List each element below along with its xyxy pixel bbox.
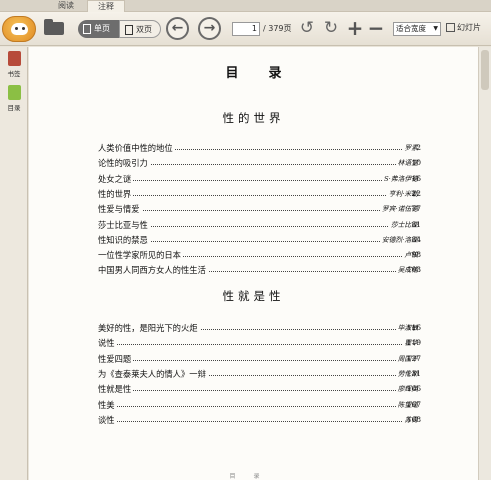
leader-dots bbox=[98, 359, 418, 361]
page-title: 目录 bbox=[225, 66, 312, 81]
toc-entry[interactable]: 莎士比亚与性 莎士比亚 bbox=[98, 218, 418, 231]
next-page-button[interactable]: → bbox=[198, 17, 221, 40]
section-title: 性的世界 bbox=[222, 111, 285, 125]
page-number-input[interactable]: 1 bbox=[232, 22, 260, 36]
chevron-down-icon: ▼ bbox=[433, 25, 438, 32]
sidebar-bookmark-label: 书签 bbox=[7, 70, 21, 78]
toc-entry-title: 为《查泰莱夫人的情人》一辩 bbox=[98, 367, 208, 380]
leader-dots bbox=[98, 405, 418, 407]
rotate-left-icon[interactable]: ↺ bbox=[298, 19, 316, 37]
prev-page-button[interactable]: ← bbox=[166, 17, 189, 40]
toc-entry-title: 说性 bbox=[98, 337, 117, 350]
toc-entry-title: 莎士比亚与性 bbox=[98, 218, 150, 231]
toc-entry-title: 性知识的禁忌 bbox=[98, 233, 150, 246]
slideshow-button[interactable]: 幻灯片 bbox=[446, 20, 481, 36]
toc-entry-page: 127 bbox=[406, 353, 421, 363]
app-logo-icon[interactable] bbox=[2, 16, 36, 42]
toc-entry-title: 论性的吸引力 bbox=[98, 157, 150, 170]
toc-entry-title: 性爱与情爱 bbox=[98, 203, 142, 216]
toc-entry[interactable]: 谈性 苏青 bbox=[98, 413, 418, 426]
toc-entry[interactable]: 性美 陈望道 bbox=[98, 398, 418, 411]
fit-mode-select[interactable]: 适合宽度 ▼ bbox=[393, 22, 441, 36]
toc-entry[interactable]: 性爱与情爱 罗宾·诺伍德 bbox=[98, 203, 418, 216]
toc-icon bbox=[7, 85, 21, 100]
vertical-scrollbar[interactable] bbox=[478, 47, 491, 480]
document-page: 目录 性的世界 性就是性 人类价值中性的地位 罗素 2 论性的吸引力 林语堂 10 处女之谜… bbox=[29, 47, 478, 480]
toc-entry-title: 性爱四题 bbox=[98, 352, 134, 365]
toc-entry-title: 人类价值中性的地位 bbox=[98, 142, 175, 154]
zoom-in-button[interactable]: + bbox=[346, 18, 364, 38]
open-folder-icon[interactable] bbox=[44, 19, 64, 35]
scrollbar-thumb[interactable] bbox=[481, 50, 489, 90]
sidebar-item-toc[interactable]: 目录 bbox=[3, 85, 25, 112]
toolbar: 单页 双页 ← → 1 / 379页 ↺ ↻ + − 适合宽度 ▼ 幻灯片 bbox=[0, 12, 491, 46]
toc-entry[interactable]: 说性 瞿华 bbox=[98, 337, 418, 350]
toc-entry-title: 一位性学家所见的日本 bbox=[98, 249, 183, 262]
page-total: / 379页 bbox=[263, 24, 292, 33]
toc-entry[interactable]: 性就是性 廖辉英 bbox=[98, 383, 418, 396]
toc-entry-title: 性美 bbox=[98, 398, 117, 411]
toc-entry-page: 103 bbox=[406, 265, 421, 275]
sidebar-toc-label: 目录 bbox=[7, 104, 21, 112]
toc-entry-page: 119 bbox=[406, 338, 421, 348]
tab-read[interactable]: 阅读 bbox=[48, 0, 84, 12]
toc-entry-page: 131 bbox=[406, 368, 421, 378]
leader-dots bbox=[98, 210, 418, 212]
toc-entry[interactable]: 为《查泰莱夫人的情人》一辩 劳伦斯 bbox=[98, 367, 418, 380]
toc-entry-title: 中国男人同西方女人的性生活 bbox=[98, 264, 208, 277]
toc-entry[interactable]: 中国男人同西方女人的性生活 吴成格 bbox=[98, 264, 418, 277]
toc-entry[interactable]: 性知识的禁忌 安德烈·洛亚 bbox=[98, 233, 418, 246]
single-page-label: 单页 bbox=[94, 24, 110, 33]
double-page-label: 双页 bbox=[136, 25, 152, 34]
single-page-icon bbox=[83, 24, 91, 34]
double-page-icon bbox=[125, 25, 133, 35]
slideshow-icon bbox=[446, 23, 455, 32]
toc-entry[interactable]: 美好的性，是阳光下的火炬 毕淑敏 bbox=[98, 322, 418, 334]
toc-entry-page: 10 bbox=[411, 158, 421, 168]
toc-entry-title: 性就是性 bbox=[98, 383, 134, 396]
single-page-button[interactable]: 单页 bbox=[78, 20, 119, 38]
double-page-button[interactable]: 双页 bbox=[119, 20, 161, 38]
toc-entry[interactable]: 论性的吸引力 林语堂 bbox=[98, 157, 418, 170]
toc-entry-page: 98 bbox=[411, 250, 421, 260]
leader-dots bbox=[98, 194, 418, 196]
zoom-out-button[interactable]: − bbox=[367, 18, 385, 38]
leader-dots bbox=[98, 390, 418, 392]
toc-entry-page: 16 bbox=[411, 173, 421, 183]
fit-mode-value: 适合宽度 bbox=[396, 24, 426, 33]
section-title: 性就是性 bbox=[222, 289, 285, 303]
toc-entry-page: 166 bbox=[406, 384, 421, 394]
toc-entry-page: 22 bbox=[411, 188, 421, 198]
sidebar-item-bookmark[interactable]: 书签 bbox=[3, 51, 25, 78]
leader-dots bbox=[98, 344, 418, 346]
toc-entry-title: 处女之谜 bbox=[98, 172, 134, 185]
toc-entry-page: 81 bbox=[411, 219, 421, 229]
toc-entry-page: 77 bbox=[411, 204, 421, 214]
toc-entry-page: 168 bbox=[406, 414, 421, 424]
tab-strip: 阅读 注释 bbox=[0, 0, 491, 12]
toc-entry[interactable]: 处女之谜 S·弗洛伊德 bbox=[98, 172, 418, 185]
leader-dots bbox=[98, 420, 418, 422]
toc-entry[interactable]: 性爱四题 周国平 bbox=[98, 352, 418, 365]
toc-entry[interactable]: 性的世界 亨利·米勒 bbox=[98, 187, 418, 200]
toc-entry-title: 谈性 bbox=[98, 413, 117, 426]
toc-entry-title: 美好的性，是阳光下的火炬 bbox=[98, 322, 200, 334]
tab-annotate[interactable]: 注释 bbox=[87, 0, 125, 12]
leader-dots bbox=[98, 179, 418, 181]
left-sidebar: 书签 目录 bbox=[0, 47, 28, 480]
toc-entry-page: 167 bbox=[406, 399, 421, 409]
bookmark-icon bbox=[7, 51, 21, 66]
rotate-right-icon[interactable]: ↻ bbox=[322, 19, 340, 37]
toc-entry-title: 性的世界 bbox=[98, 187, 134, 200]
toc-entry[interactable]: 一位性学家所见的日本 卢梭 bbox=[98, 249, 418, 262]
toc-entry[interactable]: 人类价值中性的地位 罗素 bbox=[98, 142, 418, 154]
page-footer: 目录 bbox=[229, 473, 278, 480]
toc-entry-page: 116 bbox=[406, 323, 421, 332]
slideshow-label: 幻灯片 bbox=[457, 23, 481, 32]
toc-entry-page: 84 bbox=[411, 234, 421, 244]
toc-entry-page: 2 bbox=[416, 143, 421, 152]
